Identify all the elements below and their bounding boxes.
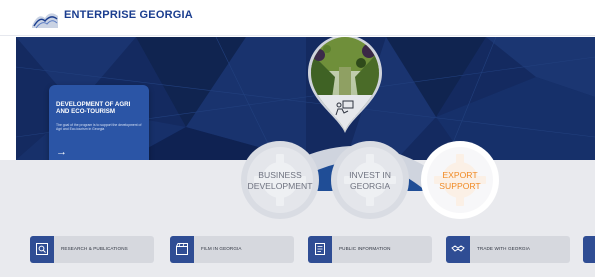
vineyard-pin <box>308 37 382 133</box>
brand-name[interactable]: ENTERPRISE GEORGIA <box>64 9 193 21</box>
service-trade-with-georgia[interactable]: TRADE WITH GEORGIA <box>446 236 570 263</box>
site-header: ENTERPRISE GEORGIA <box>0 0 595 36</box>
enterprise-georgia-logo-icon[interactable] <box>30 8 60 30</box>
service-label: PUBLIC INFORMATION <box>339 246 391 251</box>
page: ENTERPRISE GEORGIA DEVELOPMENT OF AGRI A… <box>0 0 595 277</box>
investor-presentation-icon <box>335 99 355 117</box>
business-development-button[interactable]: BUSINESS DEVELOPMENT <box>240 140 320 220</box>
promo-description: The goal of the program is to support th… <box>56 123 142 132</box>
pillar-label: INVEST IN GEORGIA <box>349 170 391 191</box>
more-icon <box>583 236 595 263</box>
service-public-information[interactable]: PUBLIC INFORMATION <box>308 236 432 263</box>
research-icon <box>30 236 54 263</box>
handshake-icon <box>446 236 470 263</box>
service-label: TRADE WITH GEORGIA <box>477 246 531 251</box>
film-clapper-icon <box>170 236 194 263</box>
service-label: RESEARCH & PUBLICATIONS <box>61 246 128 251</box>
service-label: FILM IN GEORGIA <box>201 246 242 251</box>
service-more[interactable] <box>583 236 595 263</box>
invest-in-georgia-button[interactable]: INVEST IN GEORGIA <box>330 140 410 220</box>
service-film-in-georgia[interactable]: FILM IN GEORGIA <box>170 236 294 263</box>
document-icon <box>308 236 332 263</box>
pillar-label: BUSINESS DEVELOPMENT <box>247 170 313 191</box>
export-support-button[interactable]: EXPORT SUPPORT <box>420 140 500 220</box>
pillar-label: EXPORT SUPPORT <box>439 170 481 191</box>
promo-card-agri-eco-tourism[interactable]: DEVELOPMENT OF AGRI AND ECO-TOURISM The … <box>49 85 149 160</box>
promo-title: DEVELOPMENT OF AGRI AND ECO-TOURISM <box>56 101 131 116</box>
arrow-right-icon[interactable]: → <box>56 147 67 158</box>
service-research-publications[interactable]: RESEARCH & PUBLICATIONS <box>30 236 154 263</box>
